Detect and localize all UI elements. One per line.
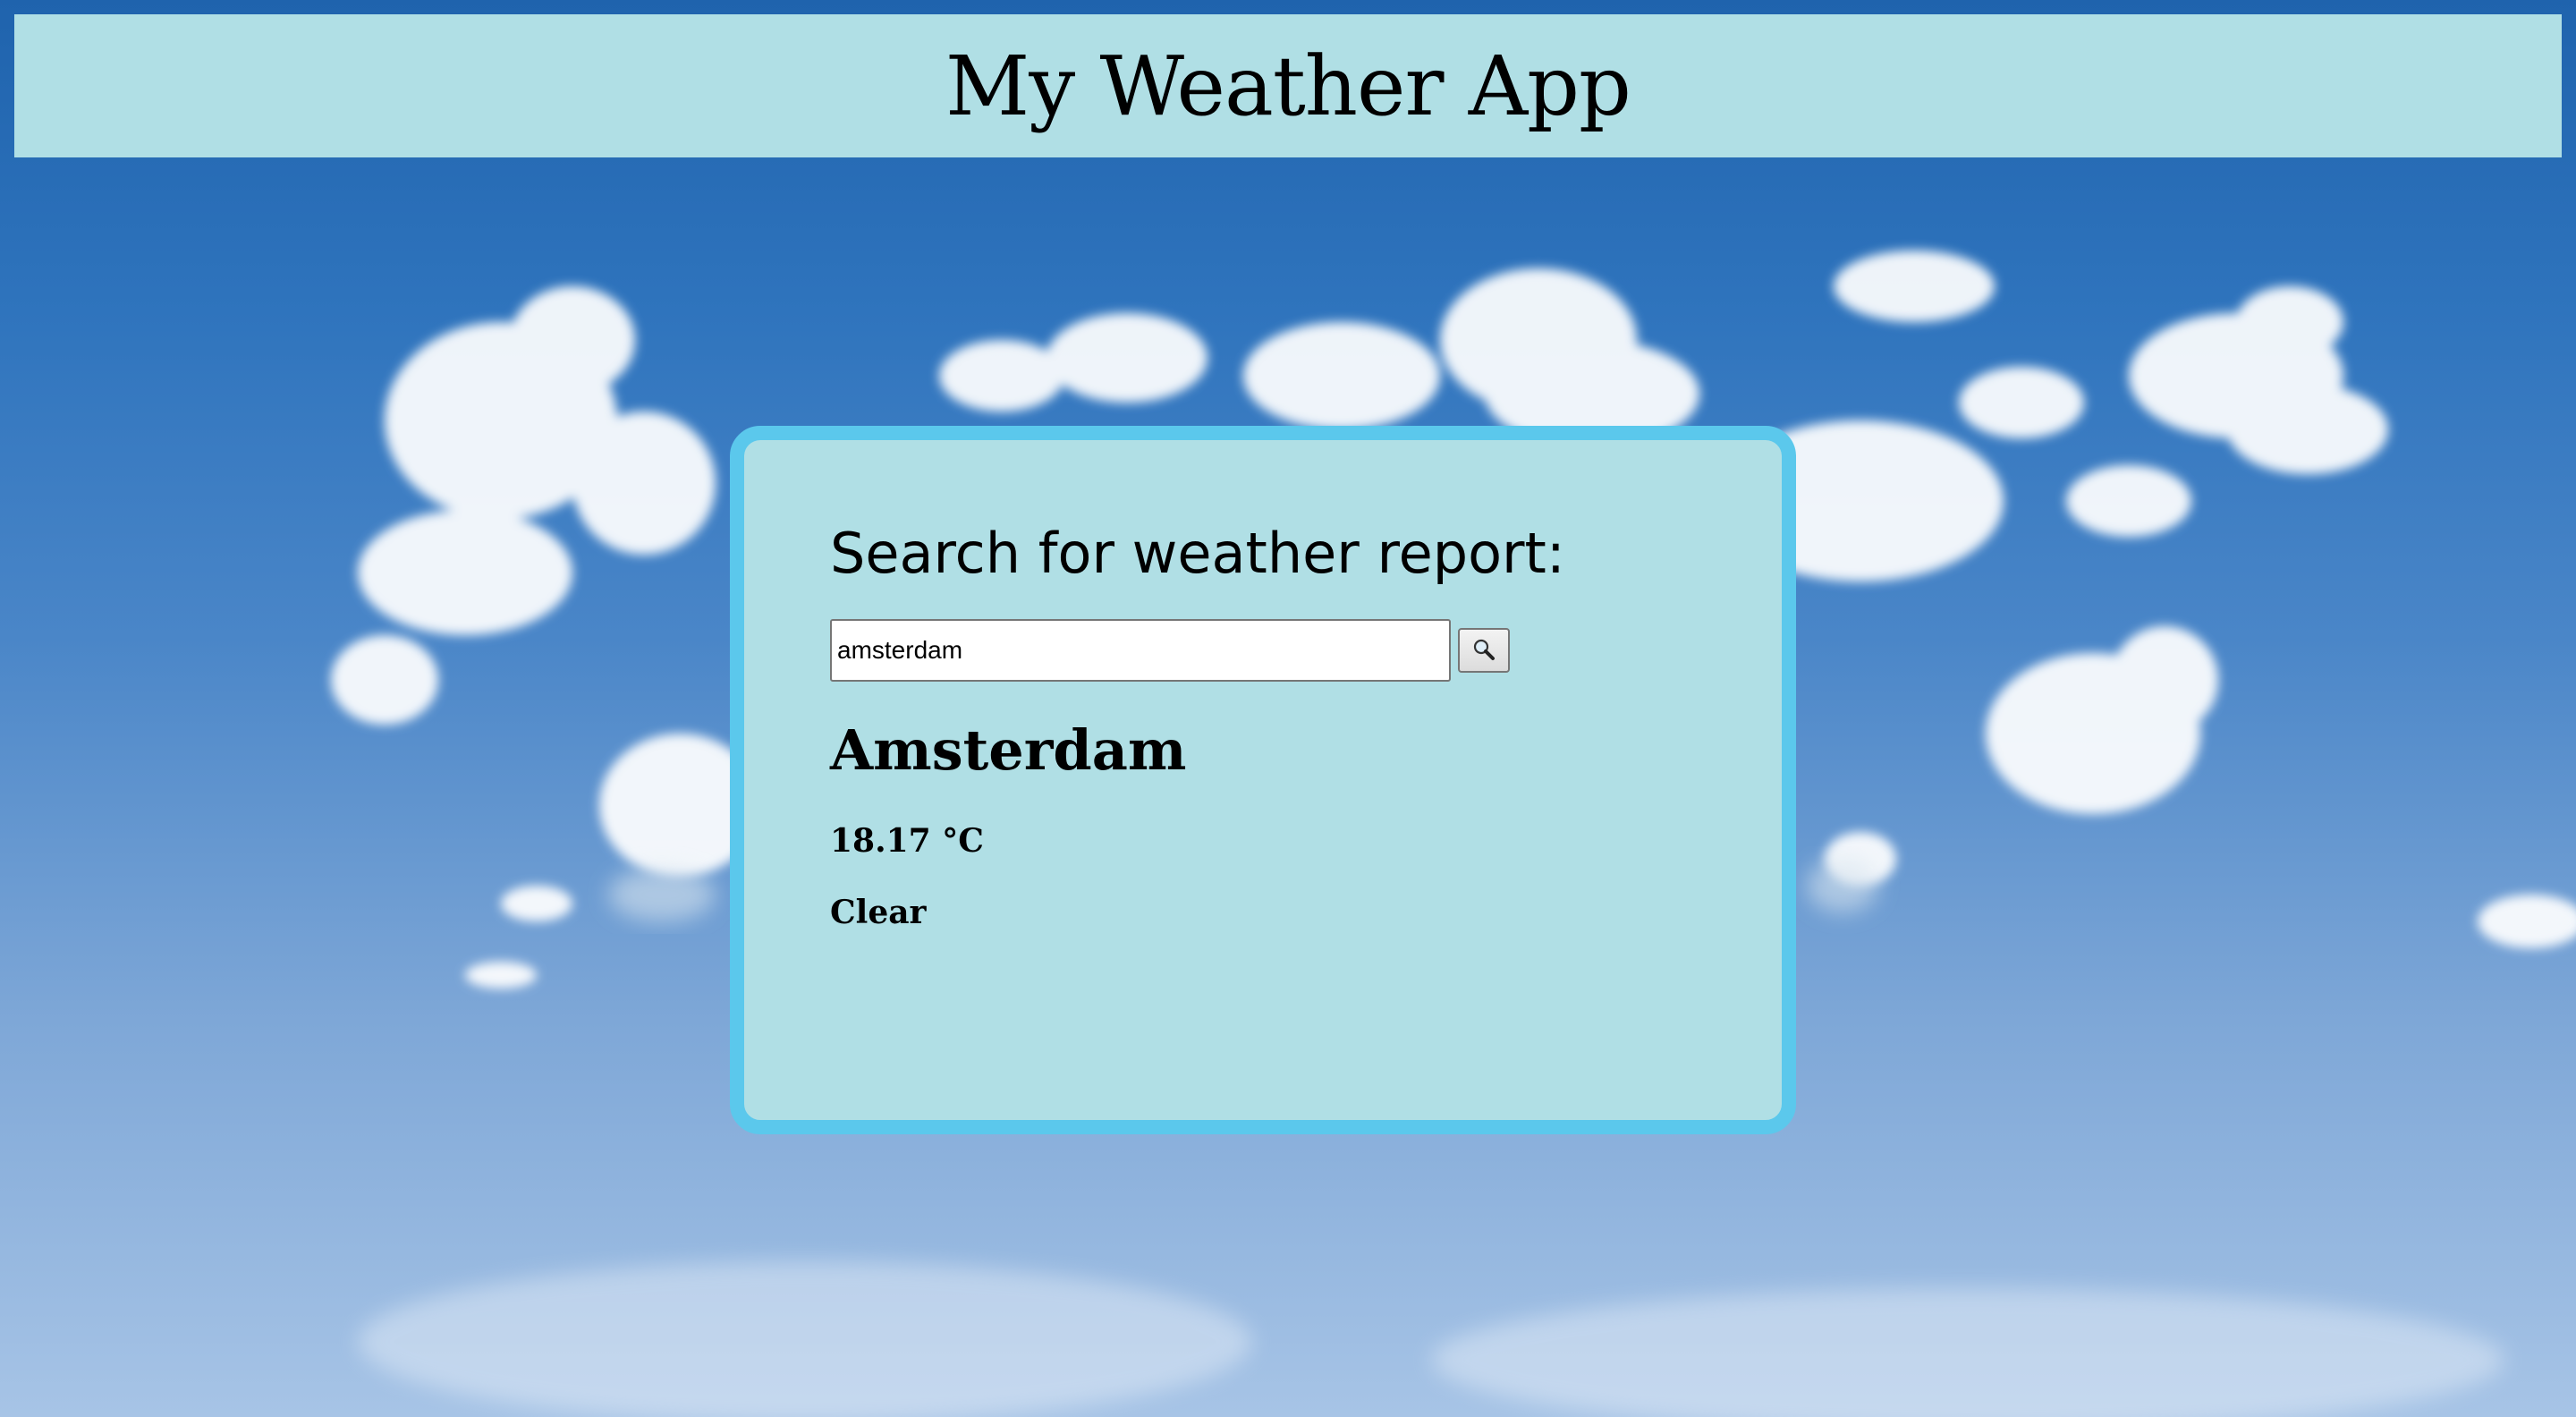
city-name: Amsterdam — [830, 717, 1187, 783]
city-search-input[interactable] — [830, 619, 1451, 682]
app-title: My Weather App — [945, 38, 1631, 134]
search-button[interactable] — [1458, 628, 1510, 673]
temperature-value: 18.17 °C — [830, 822, 984, 860]
search-heading: Search for weather report: — [830, 521, 1565, 586]
weather-card-content: Search for weather report: Amsterdam 18.… — [830, 526, 1728, 929]
weather-description: Clear — [830, 894, 927, 931]
weather-card: Search for weather report: Amsterdam 18.… — [730, 426, 1796, 1134]
search-row — [830, 619, 1728, 682]
magnifier-icon — [1472, 638, 1496, 664]
app-header: My Weather App — [14, 14, 2562, 157]
